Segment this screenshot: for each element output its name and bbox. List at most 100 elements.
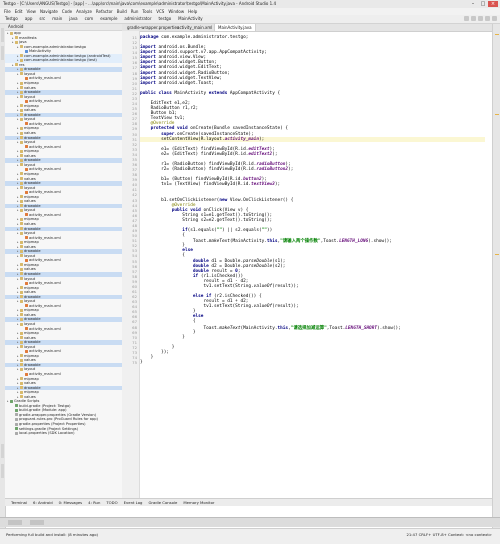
folder-icon — [20, 358, 23, 362]
folder-icon — [20, 195, 23, 199]
menu-item-file[interactable]: File — [4, 8, 11, 15]
minimize-icon[interactable]: – — [468, 1, 478, 7]
tree-item[interactable]: local.properties (SDK Location) — [5, 431, 122, 436]
right-tool-strip — [492, 24, 500, 528]
breadcrumb-item[interactable]: app — [23, 15, 35, 23]
tree-item-label: values — [24, 176, 36, 181]
tree-item-label: values — [24, 199, 36, 204]
folder-icon — [20, 299, 23, 303]
breadcrumb-item[interactable]: example — [98, 15, 119, 23]
tree-item-label: layout — [24, 299, 36, 304]
breadcrumb-item[interactable]: java — [67, 15, 79, 23]
bottom-tab[interactable]: Terminal — [11, 499, 27, 506]
warning-marker[interactable] — [495, 114, 499, 115]
menu-item-vcs[interactable]: VCS — [156, 8, 164, 15]
tool-window-button[interactable] — [8, 520, 22, 525]
xml-icon — [25, 145, 28, 149]
code-token: ,Toast. — [326, 325, 346, 331]
gradle-icon — [15, 404, 18, 408]
menu-item-view[interactable]: View — [26, 8, 36, 15]
bottom-tab[interactable]: Event Log — [124, 499, 143, 506]
maximize-icon[interactable]: □ — [478, 1, 488, 7]
file-icon — [15, 422, 18, 426]
toolbar-actions — [462, 16, 497, 24]
code-token: (MainActivity. — [229, 239, 267, 245]
code-token: ).show(); — [377, 325, 401, 331]
code-line: tv1.setText(String.valueOf(result)); — [140, 284, 298, 289]
code-editor[interactable]: package com.example.administrator.testgo… — [140, 31, 485, 498]
tree-item-label: com.example.administrator.testgo (androi… — [24, 53, 111, 58]
breadcrumb-item[interactable]: src — [37, 15, 47, 23]
project-tool-tab[interactable] — [1, 28, 4, 42]
tree-item-label: values — [24, 153, 36, 158]
menu-item-analyze[interactable]: Analyze — [76, 8, 92, 15]
menu-item-tools[interactable]: Tools — [142, 8, 152, 15]
breadcrumb-item[interactable]: administrator — [122, 15, 153, 23]
menu-item-refactor[interactable]: Refactor — [96, 8, 113, 15]
tree-item-label: drawable — [24, 340, 41, 345]
tree-item-label: mipmap — [24, 171, 39, 176]
folder-icon — [20, 158, 23, 162]
breadcrumb-item[interactable]: testgo — [156, 15, 173, 23]
debug-icon[interactable] — [471, 16, 476, 21]
close-icon[interactable]: × — [488, 1, 498, 7]
menu-item-edit[interactable]: Edit — [15, 8, 23, 15]
folder-icon — [20, 86, 23, 90]
folder-icon — [20, 227, 23, 231]
tool-window-button[interactable] — [30, 520, 44, 525]
menu-item-code[interactable]: Code — [62, 8, 72, 15]
bottom-tab[interactable]: TODO — [106, 499, 117, 506]
tree-item-label: activity_main.xml — [29, 190, 61, 195]
folder-icon — [20, 267, 23, 271]
tree-item-label: layout — [24, 71, 36, 76]
tree-item-label: layout — [24, 276, 36, 281]
folder-icon — [20, 354, 23, 358]
tree-item-label: drawable — [24, 67, 41, 72]
editor-tab[interactable]: activity_main.xml — [174, 24, 215, 31]
menu-item-help[interactable]: Help — [188, 8, 197, 15]
code-line: import android.widget.Toast; — [140, 81, 214, 86]
menu-item-run[interactable]: Run — [131, 8, 139, 15]
code-token: LENGTH_LONG — [339, 239, 369, 245]
gradle-icon — [10, 399, 13, 403]
sdk-manager-icon[interactable] — [485, 16, 490, 21]
breadcrumb-item[interactable]: main — [50, 15, 64, 23]
menu-item-navigate[interactable]: Navigate — [40, 8, 58, 15]
code-token: ,Toast. — [320, 239, 340, 245]
folder-icon — [20, 58, 23, 62]
editor-tab[interactable]: MainActivity.java — [214, 24, 256, 31]
search-icon[interactable] — [492, 16, 497, 21]
menu-item-build[interactable]: Build — [117, 8, 127, 15]
project-panel-header[interactable]: Android — [5, 24, 122, 31]
bottom-tab[interactable]: 0: Messages — [59, 499, 83, 506]
breadcrumb-item[interactable]: MainActivity — [176, 15, 205, 23]
tree-item-label: layout — [24, 367, 36, 372]
bottom-tab[interactable]: 4: Run — [88, 499, 100, 506]
folder-icon — [20, 72, 23, 76]
warning-marker[interactable] — [495, 34, 499, 35]
build-variants-tool-tab[interactable] — [1, 444, 4, 458]
project-panel: Android ▸ app ▸ manifests ▸ java ▸ com.example.… — [5, 24, 123, 498]
code-token: this — [277, 325, 289, 331]
bottom-tab[interactable]: Gradle Console — [148, 499, 177, 506]
bottom-tab[interactable]: Memory Monitor — [183, 499, 214, 506]
status-message: Performing full build and install: (8 mi… — [6, 532, 99, 537]
tree-item-label: activity_main.xml — [29, 326, 61, 331]
breadcrumb-item[interactable]: com — [83, 15, 96, 23]
favorites-tool-tab[interactable] — [1, 464, 4, 478]
folder-icon — [20, 286, 23, 290]
warning-marker[interactable] — [495, 254, 499, 255]
tree-item-label: activity_main.xml — [29, 235, 61, 240]
sync-icon[interactable] — [478, 16, 483, 21]
tree-item-label: values — [24, 381, 36, 386]
xml-icon — [25, 190, 28, 194]
folder-icon — [20, 90, 23, 94]
line-number: 75 — [132, 360, 137, 366]
structure-tool-tab[interactable] — [1, 46, 4, 60]
menu-item-window[interactable]: Window — [168, 8, 184, 15]
bottom-tab[interactable]: 6: Android — [33, 499, 53, 506]
tree-item-label: drawable — [24, 385, 41, 390]
breadcrumb-item[interactable]: Testgo — [3, 15, 20, 23]
run-icon[interactable] — [464, 16, 469, 21]
breadcrumb: Testgo app src main java com example administra… — [0, 16, 205, 21]
